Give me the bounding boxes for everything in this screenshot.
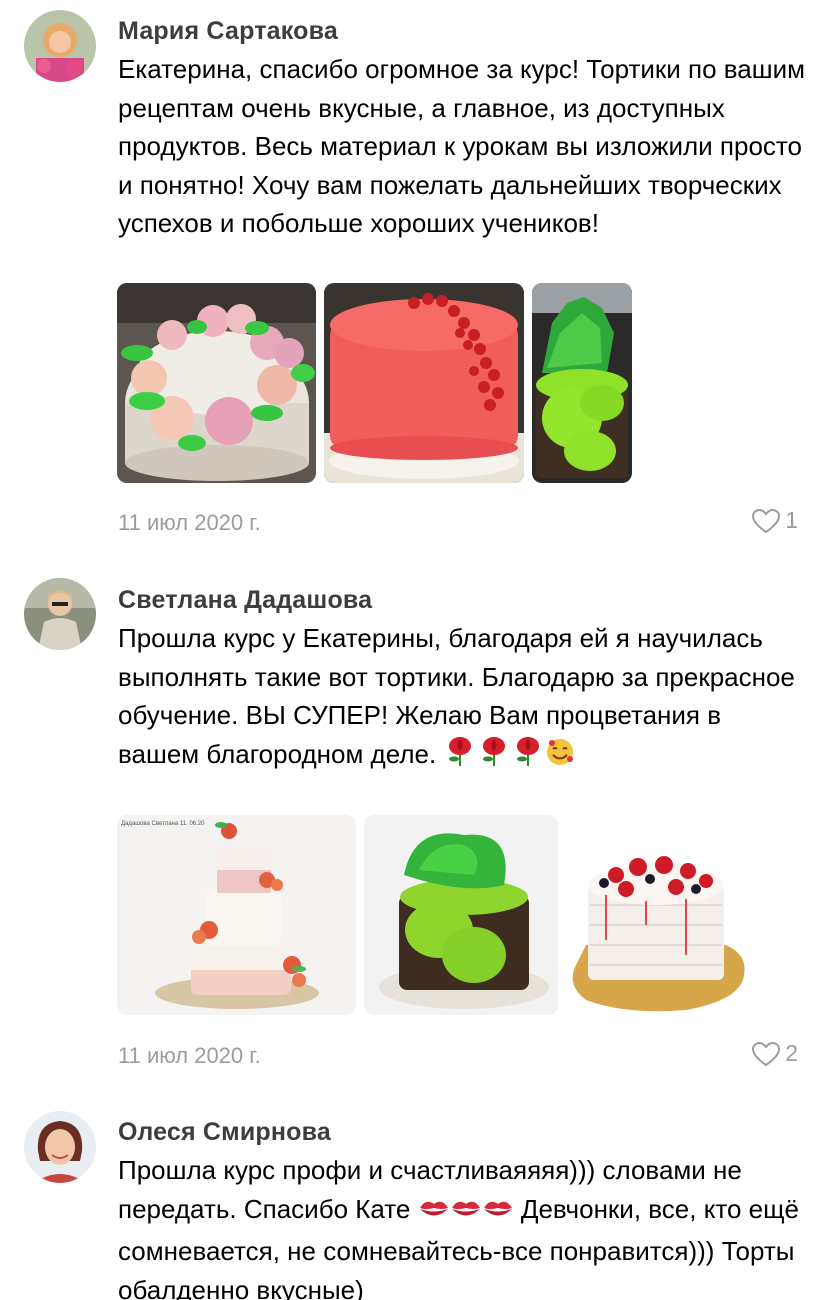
red-glaze-cake-photo[interactable] — [324, 283, 524, 483]
comment-author[interactable]: Мария Сартакова — [118, 17, 338, 46]
comment-date: 11 июл 2020 г. — [118, 510, 261, 535]
heart-outline-icon — [752, 508, 781, 533]
green-moss-cake-photo[interactable] — [364, 815, 558, 1015]
avatar[interactable] — [24, 1111, 96, 1183]
heart-outline-icon — [752, 1041, 781, 1066]
berry-cake-photo[interactable] — [566, 815, 748, 1015]
kiss-mark-emoji — [418, 1194, 450, 1233]
like-count: 1 — [785, 507, 798, 533]
rose-emoji — [477, 735, 511, 778]
like-button[interactable]: 2 — [751, 1040, 798, 1067]
rose-emoji — [443, 735, 477, 778]
kiss-mark-emoji — [450, 1194, 482, 1233]
tiered-cake-photo[interactable]: Дадашова Светлана 11. 06.20 — [117, 815, 356, 1015]
comment-author[interactable]: Светлана Дадашова — [118, 586, 372, 615]
like-count: 2 — [785, 1040, 798, 1066]
comment-text: Прошла курс у Екатерины, благодаря ей я … — [118, 619, 808, 777]
photo-caption: Дадашова Светлана 11. 06.20 — [121, 821, 205, 827]
smiling-face-with-hearts-emoji — [545, 737, 575, 778]
avatar[interactable] — [24, 10, 96, 82]
avatar[interactable] — [24, 578, 96, 650]
kiss-mark-emoji — [482, 1194, 514, 1233]
green-moss-cake-photo[interactable] — [532, 283, 632, 483]
comment-date: 11 июл 2020 г. — [118, 1043, 261, 1068]
comment-text: Екатерина, спасибо огромное за курс! Тор… — [118, 54, 806, 238]
comment-text: Прошла курс профи и счастливаяяяя))) сло… — [118, 1151, 808, 1300]
rose-emoji — [511, 735, 545, 778]
like-button[interactable]: 1 — [751, 507, 798, 534]
comment-author[interactable]: Олеся Смирнова — [118, 1118, 331, 1147]
cake-roses-photo[interactable] — [117, 283, 316, 483]
